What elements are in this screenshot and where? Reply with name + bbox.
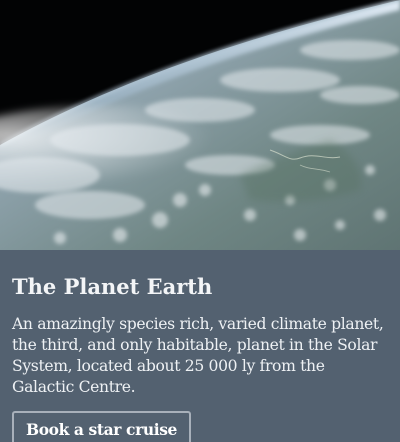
- card-description: An amazingly species rich, varied climat…: [12, 315, 384, 396]
- card-title: The Planet Earth: [12, 274, 213, 299]
- book-star-cruise-button[interactable]: Book a star cruise: [12, 411, 191, 442]
- planet-card: The Planet Earth An amazingly species ri…: [0, 0, 400, 442]
- earth-from-space-image: [0, 0, 400, 250]
- card-content: The Planet Earth An amazingly species ri…: [0, 250, 400, 442]
